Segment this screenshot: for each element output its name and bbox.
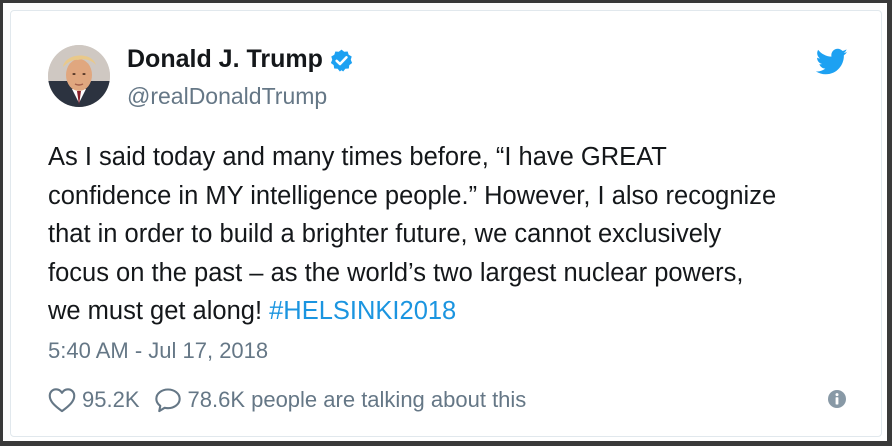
tweet-actions: 95.2K 78.6K people are talking about thi…: [48, 385, 526, 415]
speech-bubble-icon: [154, 388, 181, 413]
heart-icon: [48, 388, 76, 413]
tweet-line: focus on the past – as the world’s two l…: [48, 258, 744, 287]
author-name-text: Donald J. Trump: [127, 45, 323, 73]
screenshot-frame: Donald J. Trump @realDonaldTrump As I sa…: [0, 0, 892, 446]
like-count: 95.2K: [82, 387, 140, 412]
conversation-count: 78.6K people are talking about this: [187, 387, 527, 412]
tweet-timestamp[interactable]: 5:40 AM - Jul 17, 2018: [48, 338, 268, 364]
tweet-line: that in order to build a brighter future…: [48, 220, 722, 248]
tweet-last-line: we must get along! #HELSINKI2018: [48, 292, 858, 331]
hashtag-link[interactable]: #HELSINKI2018: [269, 297, 456, 325]
avatar-image: [48, 45, 110, 107]
info-icon[interactable]: [827, 389, 847, 409]
twitter-bird-icon[interactable]: [816, 48, 848, 76]
reply-button[interactable]: 78.6K people are talking about this: [154, 387, 527, 413]
tweet-line: confidence in MY intelligence people.” H…: [48, 181, 777, 210]
avatar[interactable]: [48, 45, 110, 107]
author-handle[interactable]: @realDonaldTrump: [127, 83, 327, 110]
like-button[interactable]: 95.2K: [48, 387, 154, 413]
tweet-card: Donald J. Trump @realDonaldTrump As I sa…: [10, 10, 882, 437]
tweet-line-text: we must get along!: [48, 297, 270, 325]
author-name[interactable]: Donald J. Trump: [127, 45, 354, 74]
tweet-line: As I said today and many times before, “…: [48, 143, 667, 171]
tweet-text: As I said today and many times before, “…: [48, 138, 858, 331]
verified-badge-icon: [330, 49, 352, 72]
